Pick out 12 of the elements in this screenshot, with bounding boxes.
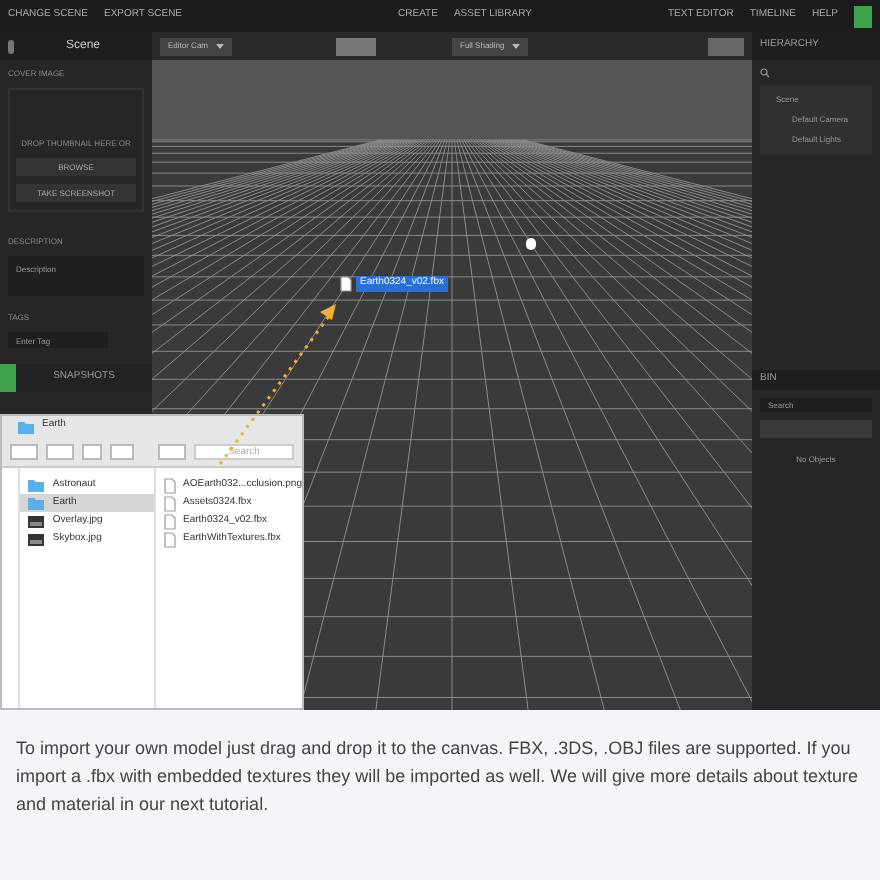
search-icon[interactable]	[760, 68, 770, 78]
transform-tools[interactable]	[336, 37, 376, 55]
caption-text: To import your own model just drag and drop it to the canvas. FBX, .3DS, .OBJ files are supported. If you import a .fbx with embedded textures they will be imported as well. We will give more details about texture and material in our next tutorial.	[16, 736, 861, 818]
view-tools[interactable]	[708, 37, 744, 55]
caret-icon	[512, 42, 520, 50]
caret-icon	[216, 42, 224, 50]
tag-button[interactable]	[110, 443, 134, 459]
document-icon	[340, 276, 352, 292]
view-button[interactable]	[10, 443, 38, 459]
dropbox-button[interactable]	[158, 443, 186, 459]
action-button[interactable]	[46, 443, 74, 459]
share-button[interactable]	[82, 443, 102, 459]
